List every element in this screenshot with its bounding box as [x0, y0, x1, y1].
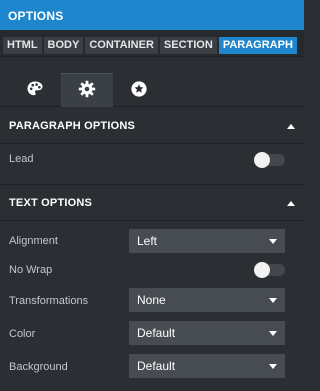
lead-toggle[interactable]	[254, 152, 285, 168]
tab-settings[interactable]	[61, 73, 113, 107]
breadcrumb: HTML BODY CONTAINER SECTION PARAGRAPH	[0, 30, 304, 57]
nowrap-toggle[interactable]	[254, 262, 285, 278]
color-value: Default	[137, 326, 176, 340]
background-label: Background	[9, 361, 68, 373]
color-select[interactable]: Default	[129, 321, 285, 345]
options-tabs	[0, 57, 304, 107]
color-label: Color	[9, 328, 36, 340]
transformations-value: None	[137, 293, 166, 307]
alignment-value: Left	[137, 234, 158, 248]
divider	[0, 220, 304, 221]
palette-icon	[26, 80, 44, 101]
crumb-section[interactable]: SECTION	[159, 37, 217, 54]
star-icon	[130, 80, 148, 101]
chevron-down-icon	[269, 238, 277, 244]
gear-icon	[78, 80, 96, 101]
alignment-select[interactable]: Left	[129, 229, 285, 253]
background-value: Default	[137, 359, 176, 373]
collapse-arrow-icon	[287, 200, 295, 206]
text-options-header[interactable]: TEXT OPTIONS	[0, 186, 304, 220]
paragraph-options-header[interactable]: PARAGRAPH OPTIONS	[0, 109, 304, 143]
panel-title: OPTIONS	[0, 0, 304, 30]
chevron-down-icon	[269, 363, 277, 369]
background-select[interactable]: Default	[129, 354, 285, 378]
crumb-body[interactable]: BODY	[43, 37, 84, 54]
crumb-paragraph[interactable]: PARAGRAPH	[218, 37, 297, 54]
divider	[0, 184, 304, 185]
transformations-label: Transformations	[9, 295, 89, 307]
tab-style[interactable]	[9, 73, 61, 107]
chevron-down-icon	[269, 297, 277, 303]
text-options-title: TEXT OPTIONS	[9, 197, 93, 209]
divider	[0, 143, 304, 144]
nowrap-label: No Wrap	[9, 264, 53, 276]
alignment-label: Alignment	[9, 235, 58, 247]
transformations-select[interactable]: None	[129, 288, 285, 312]
paragraph-options-title: PARAGRAPH OPTIONS	[9, 120, 136, 132]
chevron-down-icon	[269, 330, 277, 336]
tab-favorites[interactable]	[113, 73, 165, 107]
crumb-container[interactable]: CONTAINER	[85, 37, 158, 54]
crumb-html[interactable]: HTML	[3, 37, 42, 54]
toggle-knob	[254, 152, 270, 168]
collapse-arrow-icon	[287, 123, 295, 129]
toggle-knob	[254, 262, 270, 278]
lead-label: Lead	[9, 153, 34, 165]
